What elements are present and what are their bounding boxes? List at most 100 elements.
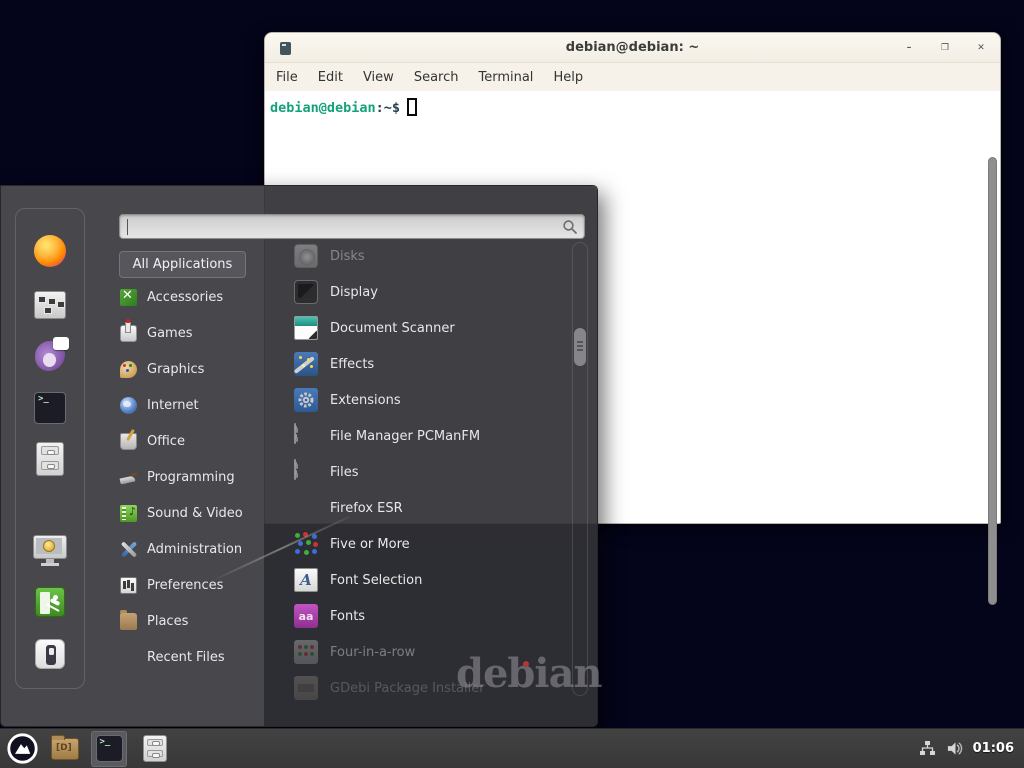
- app-item-effects[interactable]: Effects: [264, 346, 567, 382]
- app-item-firefox-esr[interactable]: Firefox ESR: [264, 490, 567, 526]
- log-out-icon: [35, 587, 65, 617]
- category-preferences[interactable]: Preferences: [111, 567, 264, 603]
- favorite-pidgin[interactable]: [31, 337, 69, 375]
- category-games[interactable]: Games: [111, 315, 264, 351]
- five-or-more-icon: [294, 532, 318, 556]
- category-internet[interactable]: Internet: [111, 387, 264, 423]
- favorites-panel: [15, 208, 85, 689]
- desktop-folder-launcher[interactable]: [49, 732, 81, 765]
- app-item-four-in-a-row[interactable]: Four-in-a-row: [264, 634, 567, 670]
- firefox-icon: [294, 496, 318, 520]
- software-manager-icon: [34, 291, 66, 319]
- start-menu: Disks Display Document Scanner Effects: [0, 185, 598, 727]
- document-scanner-icon: [294, 316, 318, 340]
- category-places[interactable]: Places: [111, 603, 264, 639]
- terminal-icon: [96, 735, 123, 762]
- favorite-firefox[interactable]: [31, 232, 69, 270]
- folder-icon: [51, 738, 79, 760]
- minimize-button[interactable]: –: [902, 41, 916, 55]
- app-list: Disks Display Document Scanner Effects: [264, 238, 567, 706]
- fonts-icon: aa: [294, 604, 318, 628]
- pcmanfm-icon: [294, 424, 318, 448]
- app-item-document-scanner[interactable]: Document Scanner: [264, 310, 567, 346]
- firefox-icon: [34, 235, 66, 267]
- prompt-path: :~$: [376, 100, 400, 116]
- app-item-file-manager-pcmanfm[interactable]: File Manager PCManFM: [264, 418, 567, 454]
- category-office[interactable]: Office: [111, 423, 264, 459]
- terminal-title: debian@debian: ~: [566, 40, 699, 55]
- app-item-disks[interactable]: Disks: [264, 238, 567, 274]
- terminal-icon: [34, 392, 66, 424]
- terminal-scrollbar-thumb[interactable]: [988, 157, 997, 605]
- search-input[interactable]: [119, 214, 585, 239]
- window-controls: – ❐ ✕: [902, 33, 988, 63]
- category-list: Accessories Games Graphics Internet Offi…: [111, 279, 264, 675]
- terminal-titlebar[interactable]: debian@debian: ~ – ❐ ✕: [265, 33, 1000, 63]
- prompt-user-host: debian@debian: [270, 100, 376, 116]
- log-out-button[interactable]: [31, 583, 69, 621]
- app-item-five-or-more[interactable]: Five or More: [264, 526, 567, 562]
- favorite-file-manager[interactable]: [31, 440, 69, 478]
- terminal-menubar: File Edit View Search Terminal Help: [265, 63, 1000, 91]
- search-icon: [562, 219, 578, 235]
- network-icon[interactable]: [919, 740, 937, 758]
- system-tray: 01:06: [919, 740, 1018, 758]
- gdebi-icon: [294, 676, 318, 700]
- files-icon: [294, 460, 318, 484]
- display-icon: [294, 280, 318, 304]
- all-applications-button[interactable]: All Applications: [119, 251, 246, 278]
- category-recent-files[interactable]: Recent Files: [111, 639, 264, 675]
- menu-edit[interactable]: Edit: [318, 70, 343, 85]
- app-item-gdebi[interactable]: GDebi Package Installer: [264, 670, 567, 706]
- app-item-files[interactable]: Files: [264, 454, 567, 490]
- taskbar-terminal-button[interactable]: [91, 731, 127, 767]
- recent-files-icon: [120, 649, 137, 666]
- menu-view[interactable]: View: [363, 70, 394, 85]
- menu-terminal[interactable]: Terminal: [478, 70, 533, 85]
- category-administration[interactable]: Administration: [111, 531, 264, 567]
- category-sound-video[interactable]: Sound & Video: [111, 495, 264, 531]
- shut-down-icon: [35, 639, 65, 669]
- terminal-cursor: [407, 98, 417, 116]
- games-icon: [120, 325, 137, 342]
- app-item-extensions[interactable]: Extensions: [264, 382, 567, 418]
- terminal-scrollbar[interactable]: [988, 157, 997, 609]
- volume-icon[interactable]: [946, 740, 964, 758]
- search-caret: [127, 219, 128, 235]
- extensions-icon: [294, 388, 318, 412]
- menu-help[interactable]: Help: [553, 70, 583, 85]
- terminal-window-icon: [280, 42, 291, 55]
- favorite-terminal[interactable]: [31, 389, 69, 427]
- category-graphics[interactable]: Graphics: [111, 351, 264, 387]
- menu-search[interactable]: Search: [414, 70, 459, 85]
- lock-screen-button[interactable]: [31, 531, 69, 569]
- programming-icon: [120, 469, 137, 486]
- app-item-fonts[interactable]: aa Fonts: [264, 598, 567, 634]
- taskbar: 01:06: [0, 728, 1024, 768]
- app-item-display[interactable]: Display: [264, 274, 567, 310]
- places-icon: [120, 613, 137, 630]
- gear-glyph: [297, 391, 315, 409]
- graphics-icon: [120, 361, 137, 378]
- category-programming[interactable]: Programming: [111, 459, 264, 495]
- file-cabinet-icon: [143, 735, 167, 762]
- app-item-font-selection[interactable]: A Font Selection: [264, 562, 567, 598]
- taskbar-clock[interactable]: 01:06: [973, 741, 1014, 756]
- menu-file[interactable]: File: [276, 70, 298, 85]
- pidgin-icon: [35, 341, 65, 371]
- taskbar-file-manager-button[interactable]: [137, 731, 173, 767]
- favorite-software-manager[interactable]: [31, 286, 69, 324]
- app-list-scrollbar-thumb[interactable]: [574, 328, 586, 366]
- lock-screen-icon: [33, 535, 67, 565]
- menu-button[interactable]: [6, 732, 39, 765]
- accessories-icon: [120, 289, 137, 306]
- maximize-button[interactable]: ❐: [938, 41, 952, 55]
- sound-video-icon: [120, 505, 137, 522]
- office-icon: [120, 433, 137, 450]
- internet-icon: [120, 397, 137, 414]
- shut-down-button[interactable]: [31, 635, 69, 673]
- category-accessories[interactable]: Accessories: [111, 279, 264, 315]
- app-list-scrollbar[interactable]: [572, 242, 588, 696]
- start-menu-app-pane: Disks Display Document Scanner Effects: [264, 186, 597, 726]
- close-button[interactable]: ✕: [974, 41, 988, 55]
